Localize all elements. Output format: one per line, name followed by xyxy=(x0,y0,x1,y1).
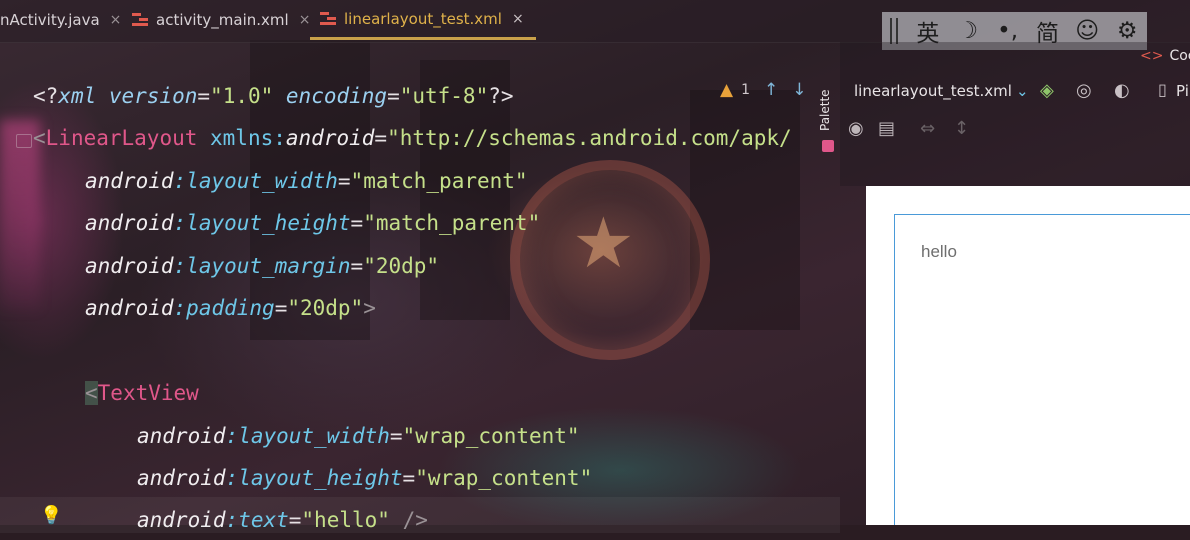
code-line-attribute[interactable]: android:layout_width="match_parent" xyxy=(85,161,528,201)
palette-icon xyxy=(822,140,834,152)
orientation-icon[interactable]: ◎ xyxy=(1076,80,1092,101)
device-label[interactable]: Pi xyxy=(1176,82,1189,100)
close-icon[interactable]: × xyxy=(512,11,524,27)
code-line-textview-open[interactable]: <TextView xyxy=(85,373,199,413)
code-view-button[interactable]: <> Coc xyxy=(1140,48,1190,64)
xml-file-icon xyxy=(320,11,336,27)
tab-label: linearlayout_test.xml xyxy=(344,9,502,28)
tab-main-activity-java[interactable]: nActivity.java × xyxy=(0,0,121,40)
close-icon[interactable]: × xyxy=(110,12,122,28)
layout-file-label: linearlayout_test.xml xyxy=(854,82,1012,100)
code-line-attribute[interactable]: android:layout_height="match_parent" xyxy=(85,203,540,243)
inspection-widget[interactable]: ▲ 1 ↑ ↓ xyxy=(720,80,807,100)
blueprint-toggle-icon[interactable]: ▤ xyxy=(878,118,895,139)
view-options-eye-icon[interactable]: ◉ xyxy=(848,118,864,139)
moon-icon[interactable]: ☽ xyxy=(948,18,988,44)
emoji-icon[interactable]: ☺ xyxy=(1067,18,1107,44)
code-line-attribute[interactable]: android:layout_margin="20dp" xyxy=(85,246,439,286)
code-icon: <> xyxy=(1140,48,1164,64)
next-highlight-icon[interactable]: ↓ xyxy=(792,80,806,100)
tab-label: nActivity.java xyxy=(0,11,100,29)
punctuation-icon[interactable]: •, xyxy=(988,18,1028,44)
code-line-linearlayout-open[interactable]: <LinearLayout xmlns:android="http://sche… xyxy=(33,118,792,158)
night-mode-icon[interactable]: ◐ xyxy=(1114,80,1130,101)
palette-tool-window-button[interactable]: Palette xyxy=(818,84,840,164)
tab-activity-main-xml[interactable]: activity_main.xml × xyxy=(132,0,310,40)
warning-icon: ▲ xyxy=(720,80,734,100)
code-line-attribute[interactable]: android:layout_width="wrap_content" xyxy=(137,416,580,456)
code-view-label: Coc xyxy=(1169,48,1190,64)
warning-count: 1 xyxy=(741,82,750,98)
close-icon[interactable]: × xyxy=(299,12,311,28)
design-surface-layers-icon[interactable]: ◈ xyxy=(1040,80,1054,101)
tab-linearlayout-test-xml[interactable]: linearlayout_test.xml × xyxy=(310,0,536,40)
fold-icon[interactable] xyxy=(16,134,32,148)
tab-label: activity_main.xml xyxy=(156,11,289,29)
code-line-attribute[interactable]: android:layout_height="wrap_content" xyxy=(137,458,592,498)
lightbulb-icon[interactable]: 💡 xyxy=(40,505,62,526)
code-line-attribute[interactable]: android:text="hello" /> xyxy=(137,500,428,540)
vertical-arrows-icon[interactable]: ↕ xyxy=(954,118,969,139)
code-line-xml-declaration[interactable]: <?xml version="1.0" encoding="utf-8"?> xyxy=(33,76,514,116)
design-toolbar-area xyxy=(840,42,1190,186)
code-line-attribute[interactable]: android:padding="20dp"> xyxy=(85,288,376,328)
previous-highlight-icon[interactable]: ↑ xyxy=(764,80,778,100)
settings-gear-icon[interactable]: ⚙ xyxy=(1107,18,1147,44)
device-phone-icon[interactable]: ▯ xyxy=(1158,80,1167,99)
xml-file-icon xyxy=(132,12,148,28)
chevron-down-icon: ⌄ xyxy=(1015,82,1029,100)
constraint-arrows-icon[interactable]: ⇔ xyxy=(920,118,935,139)
drag-handle-icon[interactable] xyxy=(890,18,898,44)
preview-textview[interactable]: hello xyxy=(921,242,957,262)
layout-file-dropdown[interactable]: linearlayout_test.xml ⌄ xyxy=(854,82,1029,100)
palette-label: Palette xyxy=(818,89,832,131)
